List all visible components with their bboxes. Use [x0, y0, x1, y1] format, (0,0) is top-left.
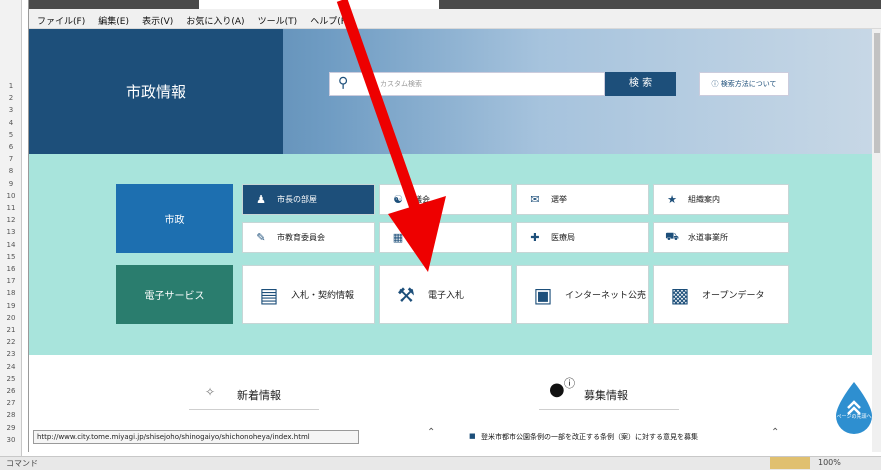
arrow-head	[388, 196, 446, 272]
annotation-arrow	[336, 0, 446, 272]
